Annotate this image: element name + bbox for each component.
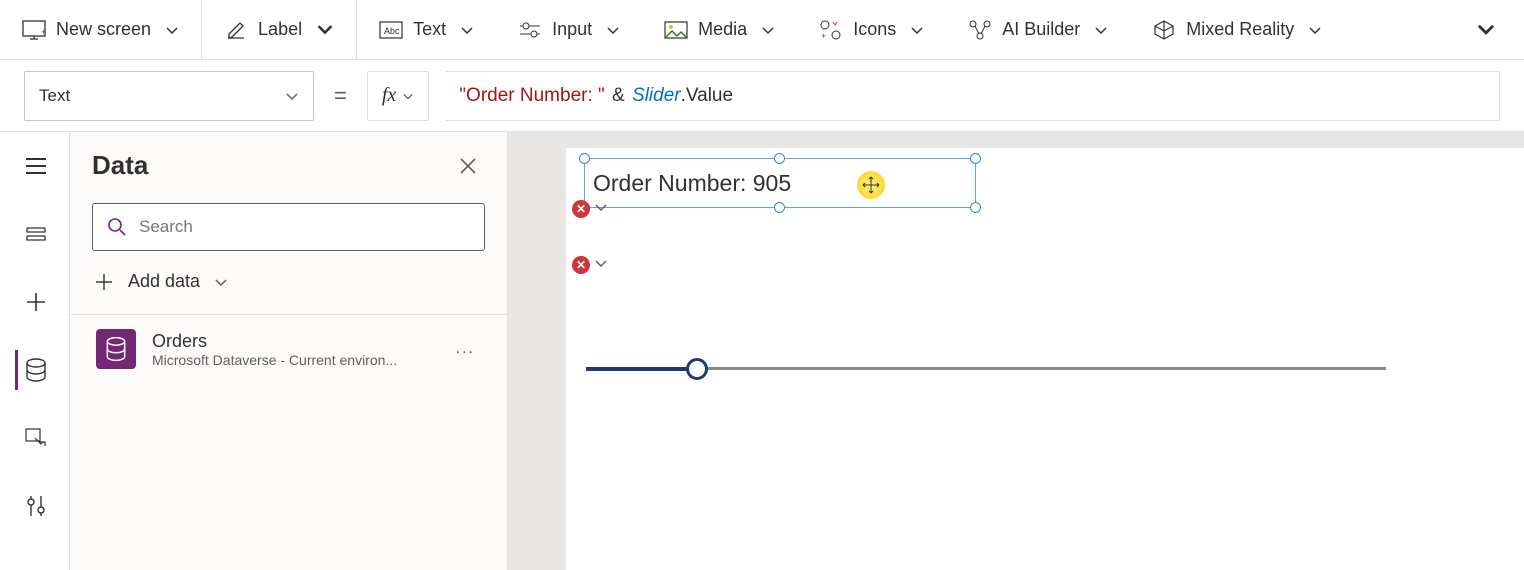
- formula-token-property: .Value: [681, 85, 733, 107]
- search-box[interactable]: [92, 203, 485, 251]
- slider-thumb[interactable]: [686, 358, 708, 380]
- chevron-down-icon: [316, 21, 334, 39]
- chevron-down-icon: [460, 23, 474, 37]
- resize-handle[interactable]: [579, 153, 590, 164]
- datasource-item-orders[interactable]: Orders Microsoft Dataverse - Current env…: [92, 315, 485, 383]
- svg-text:Abc: Abc: [384, 26, 400, 36]
- svg-text:+: +: [821, 31, 826, 40]
- property-label: Text: [39, 86, 70, 106]
- resize-handle[interactable]: [774, 202, 785, 213]
- chevron-down-icon: [214, 275, 228, 289]
- mixed-reality-button[interactable]: Mixed Reality: [1130, 0, 1344, 59]
- data-panel: Data Add data Orders Microsoft: [70, 132, 508, 570]
- expand-ribbon-button[interactable]: [1448, 20, 1524, 40]
- label-text: Order Number: 905: [593, 170, 791, 197]
- ai-builder-label: AI Builder: [1002, 19, 1080, 40]
- plus-icon: [94, 272, 114, 292]
- resize-handle[interactable]: [774, 153, 785, 164]
- canvas-wrapper: Order Number: 905 ✕ ✕: [508, 132, 1524, 570]
- move-cursor-icon: [857, 171, 885, 199]
- icons-label: Icons: [853, 19, 896, 40]
- icons-button[interactable]: + Icons: [797, 0, 946, 59]
- advanced-tools-button[interactable]: [15, 486, 55, 526]
- search-input[interactable]: [139, 217, 470, 237]
- media-label: Media: [698, 19, 747, 40]
- label-control[interactable]: Order Number: 905: [584, 158, 976, 208]
- ai-builder-icon: [968, 18, 992, 42]
- hamburger-button[interactable]: [15, 146, 55, 186]
- insert-ribbon: + New screen Label Abc Text Input Media …: [0, 0, 1524, 60]
- formula-token-operator: &: [610, 85, 627, 107]
- equals-sign: =: [330, 83, 351, 109]
- datasource-name: Orders: [152, 331, 397, 352]
- edit-icon: [224, 18, 248, 42]
- insert-button[interactable]: [15, 282, 55, 322]
- label-button[interactable]: Label: [202, 0, 357, 59]
- text-label: Text: [413, 19, 446, 40]
- mixed-reality-label: Mixed Reality: [1186, 19, 1294, 40]
- chevron-down-icon: [606, 23, 620, 37]
- property-selector[interactable]: Text: [24, 71, 314, 121]
- media-button[interactable]: Media: [642, 0, 797, 59]
- slider-track: [696, 367, 1386, 370]
- media-icon: [664, 18, 688, 42]
- label-label: Label: [258, 19, 302, 40]
- resize-handle[interactable]: [970, 153, 981, 164]
- datasource-subtitle: Microsoft Dataverse - Current environ...: [152, 352, 397, 368]
- error-badge[interactable]: ✕: [572, 256, 590, 274]
- add-data-button[interactable]: Add data: [92, 267, 485, 296]
- error-badge[interactable]: ✕: [572, 200, 590, 218]
- cube-icon: [1152, 18, 1176, 42]
- chevron-down-icon: [761, 23, 775, 37]
- add-data-label: Add data: [128, 271, 200, 292]
- slider-control[interactable]: [586, 358, 1386, 378]
- new-screen-button[interactable]: + New screen: [0, 0, 202, 59]
- chevron-down-icon: [1094, 23, 1108, 37]
- close-panel-button[interactable]: [451, 153, 485, 179]
- svg-text:+: +: [41, 27, 46, 37]
- chevron-down-icon: [165, 23, 179, 37]
- formula-token-string: "Order Number: ": [459, 85, 604, 107]
- input-button[interactable]: Input: [496, 0, 642, 59]
- formula-input[interactable]: "Order Number: " & Slider .Value: [445, 71, 1500, 121]
- dataverse-icon: [96, 329, 136, 369]
- chevron-down-icon: [285, 89, 299, 103]
- media-rail-button[interactable]: [15, 418, 55, 458]
- formula-bar: Text = fx "Order Number: " & Slider .Val…: [0, 60, 1524, 132]
- chevron-down-icon: [910, 23, 924, 37]
- chevron-down-icon: [402, 90, 414, 102]
- text-button[interactable]: Abc Text: [357, 0, 496, 59]
- left-rail: [0, 132, 70, 570]
- panel-title: Data: [92, 150, 148, 181]
- chevron-down-icon[interactable]: [594, 200, 608, 214]
- search-icon: [107, 217, 127, 237]
- chevron-down-icon: [1308, 23, 1322, 37]
- input-label: Input: [552, 19, 592, 40]
- new-screen-label: New screen: [56, 19, 151, 40]
- ai-builder-button[interactable]: AI Builder: [946, 0, 1130, 59]
- text-icon: Abc: [379, 18, 403, 42]
- fx-label: fx: [382, 84, 396, 107]
- chevron-down-icon[interactable]: [594, 256, 608, 270]
- input-icon: [518, 18, 542, 42]
- tree-view-button[interactable]: [15, 214, 55, 254]
- canvas[interactable]: Order Number: 905 ✕ ✕: [566, 148, 1524, 570]
- screen-icon: +: [22, 18, 46, 42]
- slider-fill: [586, 367, 696, 371]
- main-area: Data Add data Orders Microsoft: [0, 132, 1524, 570]
- data-button[interactable]: [15, 350, 55, 390]
- resize-handle[interactable]: [970, 202, 981, 213]
- formula-token-identifier: Slider: [632, 85, 681, 107]
- icons-icon: +: [819, 18, 843, 42]
- fx-button[interactable]: fx: [367, 71, 429, 121]
- datasource-more-button[interactable]: ...: [450, 340, 481, 358]
